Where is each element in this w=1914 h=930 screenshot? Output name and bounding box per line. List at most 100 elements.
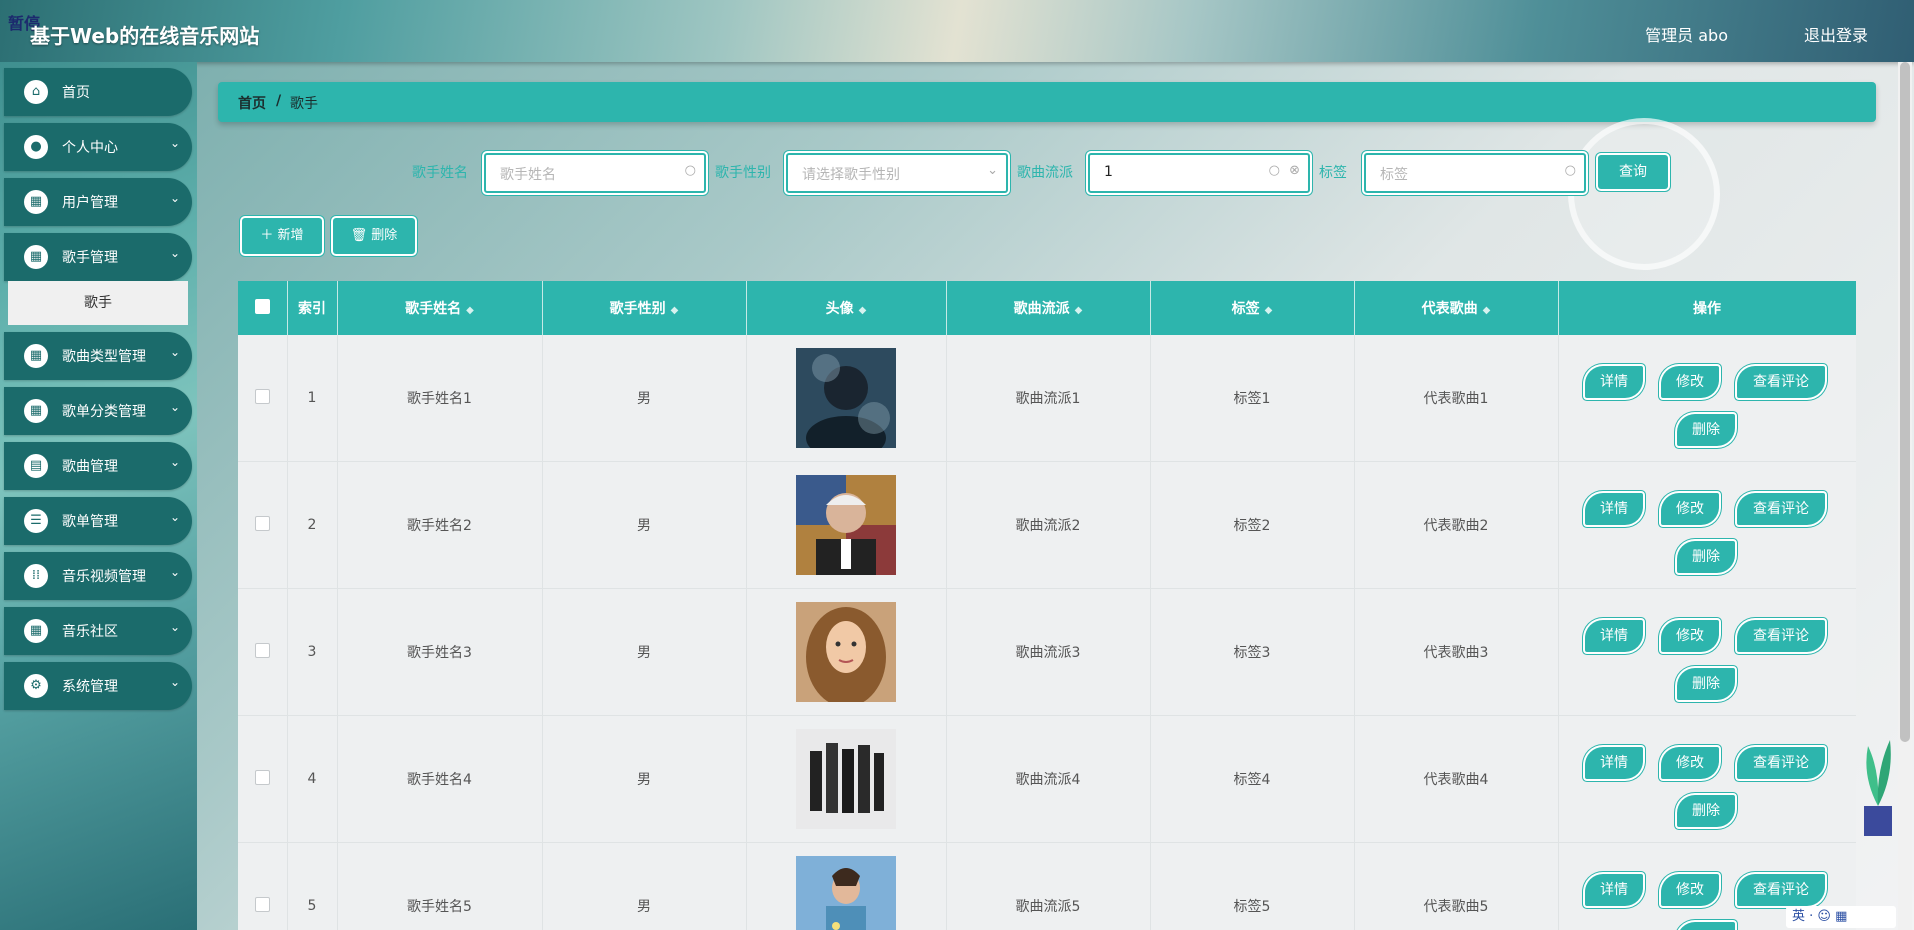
singer-name-input[interactable]: 歌手姓名 ○	[484, 153, 706, 193]
sort-icon[interactable]: ◆	[671, 305, 679, 316]
genre-label: 歌曲流派	[1017, 165, 1073, 181]
logout-link[interactable]: 退出登录	[1804, 22, 1868, 46]
chevron-down-icon: ⌄	[169, 345, 180, 359]
breadcrumb-separator: /	[276, 93, 282, 109]
sidebar-item-music-community[interactable]: ▦ 音乐社区 ⌄	[4, 607, 192, 655]
sidebar-item-system-management[interactable]: ⚙ 系统管理 ⌄	[4, 662, 192, 710]
select-all-checkbox[interactable]	[254, 298, 270, 314]
sidebar-subitem-singer[interactable]: 歌手	[8, 281, 188, 325]
singer-avatar	[796, 856, 896, 930]
detail-button[interactable]: 详情	[1585, 874, 1643, 906]
view-reviews-button[interactable]: 查看评论	[1737, 493, 1825, 525]
row-checkbox[interactable]	[254, 515, 270, 531]
edit-button[interactable]: 修改	[1661, 493, 1719, 525]
view-reviews-button[interactable]: 查看评论	[1737, 366, 1825, 398]
column-header-avatar[interactable]: 头像 ◆	[746, 281, 947, 335]
breadcrumb-current: 歌手	[290, 96, 318, 112]
sort-icon[interactable]: ◆	[1265, 305, 1273, 316]
sidebar-item-playlist-category-management[interactable]: ▦ 歌单分类管理 ⌄	[4, 387, 192, 435]
sidebar-item-playlist-management[interactable]: ☰ 歌单管理 ⌄	[4, 497, 192, 545]
row-checkbox[interactable]	[254, 388, 270, 404]
view-reviews-button[interactable]: 查看评论	[1737, 747, 1825, 779]
sidebar-item-song-management[interactable]: ▤ 歌曲管理 ⌄	[4, 442, 192, 490]
row-checkbox[interactable]	[254, 642, 270, 658]
clear-icon[interactable]: ⊗	[1289, 163, 1300, 178]
page-scrollbar[interactable]	[1898, 62, 1912, 930]
detail-button[interactable]: 详情	[1585, 620, 1643, 652]
detail-button[interactable]: 详情	[1585, 493, 1643, 525]
column-header-tag[interactable]: 标签 ◆	[1150, 281, 1355, 335]
column-header-genre[interactable]: 歌曲流派 ◆	[946, 281, 1151, 335]
table-row: 2 歌手姓名2 男 歌曲流派2 标签2 代表歌曲2 详情 修改 查看评论 删除	[238, 461, 1856, 589]
sidebar-item-label: 音乐社区	[62, 624, 118, 640]
genre-cell: 歌曲流派4	[946, 715, 1151, 843]
scrollbar-thumb[interactable]	[1900, 62, 1910, 742]
name-cell: 歌手姓名1	[337, 335, 543, 462]
sidebar-item-label: 音乐视频管理	[62, 569, 146, 585]
edit-button[interactable]: 修改	[1661, 874, 1719, 906]
sidebar-item-home[interactable]: ⌂ 首页	[4, 68, 192, 116]
batch-delete-button[interactable]: 🗑 删除	[333, 218, 415, 254]
sidebar-item-music-video-management[interactable]: ⁞⁞ 音乐视频管理 ⌄	[4, 552, 192, 600]
sort-icon[interactable]: ◆	[1483, 305, 1491, 316]
chevron-down-icon: ⌄	[169, 400, 180, 414]
select-all-header	[238, 281, 288, 335]
row-checkbox[interactable]	[254, 896, 270, 912]
detail-button[interactable]: 详情	[1585, 366, 1643, 398]
genre-cell: 歌曲流派5	[946, 842, 1151, 930]
sidebar-item-personal-center[interactable]: ● 个人中心 ⌄	[4, 123, 192, 171]
sidebar: ⌂ 首页 ● 个人中心 ⌄ ▦ 用户管理 ⌄ ▦ 歌手管理 ⌄ 歌手 ▦ 歌曲类…	[0, 62, 197, 930]
chevron-down-icon: ⌄	[987, 163, 998, 178]
row-checkbox[interactable]	[254, 769, 270, 785]
add-button[interactable]: ＋ 新增	[242, 218, 322, 254]
singer-name-label: 歌手姓名	[412, 165, 468, 181]
avatar-cell	[746, 461, 947, 589]
detail-button[interactable]: 详情	[1585, 747, 1643, 779]
delete-button[interactable]: 删除	[1677, 668, 1735, 700]
grid-icon: ▦	[24, 399, 48, 423]
tag-input[interactable]: 标签 ○	[1364, 153, 1586, 193]
view-reviews-button[interactable]: 查看评论	[1737, 620, 1825, 652]
delete-button[interactable]: 删除	[1677, 541, 1735, 573]
delete-button[interactable]: 删除	[1677, 795, 1735, 827]
edit-button[interactable]: 修改	[1661, 366, 1719, 398]
gender-cell: 男	[542, 588, 747, 716]
column-header-label: 代表歌曲	[1421, 301, 1478, 317]
ime-toolbar[interactable]: 英 · ☺ ▦	[1786, 906, 1896, 928]
breadcrumb-home[interactable]: 首页	[238, 93, 266, 113]
row-select-cell	[238, 335, 288, 462]
query-button[interactable]: 查询	[1598, 155, 1668, 189]
singer-name-placeholder: 歌手姓名	[500, 167, 556, 183]
sidebar-item-label: 首页	[62, 85, 90, 101]
delete-button[interactable]: 删除	[1677, 414, 1735, 446]
genre-input[interactable]: 1 ○ ⊗	[1088, 153, 1310, 193]
index-cell: 5	[287, 842, 338, 930]
song-cell: 代表歌曲1	[1354, 335, 1559, 462]
sidebar-item-user-management[interactable]: ▦ 用户管理 ⌄	[4, 178, 192, 226]
delete-button[interactable]: 删除	[1677, 922, 1735, 930]
sort-icon[interactable]: ◆	[859, 305, 867, 316]
plant-decoration	[1864, 740, 1892, 836]
singer-gender-select[interactable]: 请选择歌手性别 ⌄	[786, 153, 1008, 193]
sort-icon[interactable]: ◆	[1075, 305, 1083, 316]
operations-cell: 详情 修改 查看评论 删除	[1558, 461, 1856, 589]
row-select-cell	[238, 461, 288, 589]
edit-button[interactable]: 修改	[1661, 747, 1719, 779]
chevron-down-icon: ⌄	[169, 136, 180, 150]
column-header-gender[interactable]: 歌手性别 ◆	[542, 281, 747, 335]
sidebar-item-singer-management[interactable]: ▦ 歌手管理 ⌄	[4, 233, 192, 281]
tag-placeholder: 标签	[1380, 167, 1408, 183]
sidebar-item-song-type-management[interactable]: ▦ 歌曲类型管理 ⌄	[4, 332, 192, 380]
column-header-label: 标签	[1231, 301, 1260, 317]
clock-decoration	[1568, 118, 1720, 270]
singer-avatar	[796, 729, 896, 829]
singer-avatar	[796, 475, 896, 575]
table-row: 3 歌手姓名3 男 歌曲流派3 标签3 代表歌曲3 详情 修改 查看评论 删除	[238, 588, 1856, 716]
column-header-song[interactable]: 代表歌曲 ◆	[1354, 281, 1559, 335]
grid-icon: ▦	[24, 245, 48, 269]
view-reviews-button[interactable]: 查看评论	[1737, 874, 1825, 906]
column-header-name[interactable]: 歌手姓名 ◆	[337, 281, 543, 335]
edit-button[interactable]: 修改	[1661, 620, 1719, 652]
index-cell: 3	[287, 588, 338, 716]
sort-icon[interactable]: ◆	[466, 305, 474, 316]
